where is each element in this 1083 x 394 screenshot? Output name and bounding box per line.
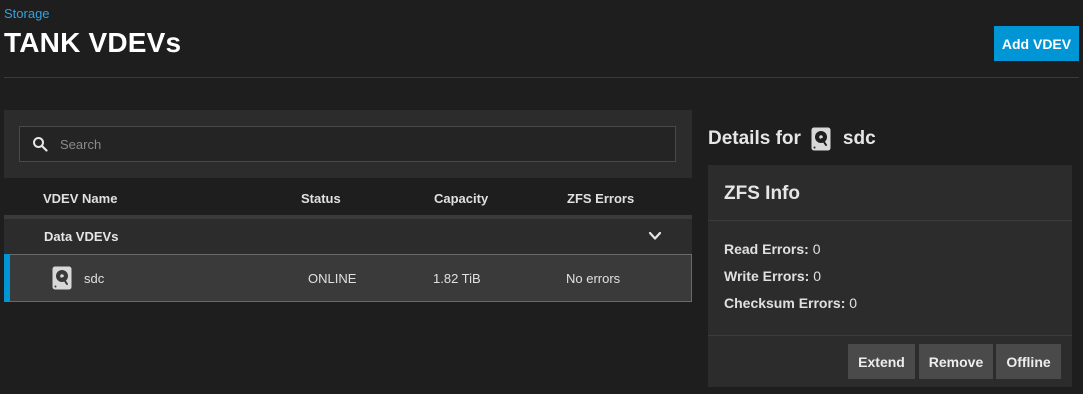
page: Storage TANK VDEVs Add VDEV VDEV Name St… <box>0 0 1083 394</box>
row-vdev-name: sdc <box>84 271 105 286</box>
read-errors-value: 0 <box>812 241 821 257</box>
vdev-table-panel: VDEV Name Status Capacity ZFS Errors Dat… <box>4 110 692 310</box>
remove-button[interactable]: Remove <box>919 344 993 379</box>
search-bar <box>4 110 692 178</box>
row-zfs-errors: No errors <box>566 271 621 286</box>
table-header: VDEV Name Status Capacity ZFS Errors <box>4 178 692 218</box>
zfs-info-card: ZFS Info Read Errors: 0 Write Errors: 0 … <box>708 165 1072 387</box>
read-errors-label: Read Errors: <box>724 241 809 257</box>
column-header-capacity[interactable]: Capacity <box>434 191 488 206</box>
read-errors-line: Read Errors: 0 <box>724 241 821 257</box>
breadcrumb-storage[interactable]: Storage <box>4 6 50 21</box>
header-divider <box>4 77 1079 78</box>
zfs-info-title: ZFS Info <box>724 183 800 204</box>
search-icon <box>20 136 60 152</box>
write-errors-value: 0 <box>813 268 822 284</box>
table-row[interactable]: sdc ONLINE 1.82 TiB No errors <box>4 254 692 302</box>
search-input[interactable] <box>60 127 675 161</box>
details-title-prefix: Details for <box>708 128 801 149</box>
write-errors-line: Write Errors: 0 <box>724 268 821 284</box>
details-device-name: sdc <box>842 128 876 149</box>
column-header-status[interactable]: Status <box>301 191 341 206</box>
checksum-errors-value: 0 <box>849 295 858 311</box>
details-title: Details for sdc <box>708 127 876 151</box>
row-status: ONLINE <box>308 271 357 286</box>
add-vdev-button[interactable]: Add VDEV <box>994 26 1079 61</box>
column-header-zfs-errors[interactable]: ZFS Errors <box>567 191 634 206</box>
extend-button[interactable]: Extend <box>848 344 915 379</box>
group-label: Data VDEVs <box>44 229 119 244</box>
chevron-down-icon[interactable] <box>648 229 662 248</box>
selected-indicator <box>4 254 10 302</box>
disk-icon <box>52 266 72 295</box>
disk-icon <box>811 127 831 151</box>
column-header-vdev-name[interactable]: VDEV Name <box>43 191 117 206</box>
card-divider <box>708 220 1072 221</box>
checksum-errors-line: Checksum Errors: 0 <box>724 295 857 311</box>
group-row-data-vdevs[interactable]: Data VDEVs <box>4 219 692 254</box>
card-divider <box>708 335 1072 336</box>
checksum-errors-label: Checksum Errors: <box>724 295 846 311</box>
page-title: TANK VDEVs <box>4 27 182 58</box>
row-capacity: 1.82 TiB <box>433 271 481 286</box>
write-errors-label: Write Errors: <box>724 268 810 284</box>
search-box[interactable] <box>19 126 676 162</box>
offline-button[interactable]: Offline <box>996 344 1061 379</box>
